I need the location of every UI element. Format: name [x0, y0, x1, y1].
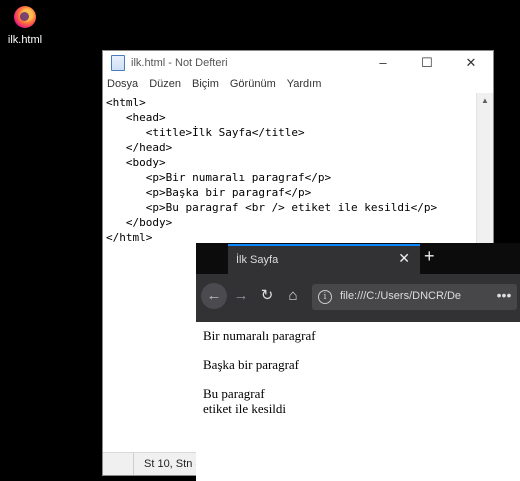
- paragraph-3: Bu paragraf etiket ile kesildi: [203, 386, 513, 416]
- reload-icon[interactable]: ↻: [254, 283, 280, 309]
- new-tab-icon[interactable]: +: [424, 246, 435, 267]
- info-icon[interactable]: i: [318, 290, 332, 304]
- menu-duzen[interactable]: Düzen: [149, 78, 181, 90]
- code-line: <p>Bu paragraf <br /> etiket ile kesildi…: [106, 201, 438, 214]
- firefox-icon: [14, 6, 36, 28]
- close-tab-icon[interactable]: ✕: [398, 250, 410, 267]
- code-line: </body>: [106, 216, 173, 229]
- paragraph-1: Bir numaralı paragraf: [203, 328, 316, 343]
- desktop-file-icon[interactable]: ilk.html: [2, 6, 48, 46]
- paragraph-3-line-1: Bu paragraf: [203, 386, 265, 401]
- url-text: file:///C:/Users/DNCR/De: [340, 290, 462, 302]
- code-line: <p>Başka bir paragraf</p>: [106, 186, 312, 199]
- code-line: <html>: [106, 96, 146, 109]
- code-line: <title>İlk Sayfa</title>: [106, 126, 305, 139]
- forward-arrow-icon[interactable]: →: [228, 283, 254, 309]
- code-line: </head>: [106, 141, 173, 154]
- maximize-button[interactable]: ☐: [405, 51, 449, 75]
- navigation-toolbar: ← → ↻ ⌂ i file:///C:/Users/DNCR/De •••: [196, 274, 520, 322]
- paragraph-2: Başka bir paragraf: [203, 357, 300, 372]
- code-line: <head>: [106, 111, 166, 124]
- close-button[interactable]: ✕: [449, 51, 493, 75]
- minimize-button[interactable]: –: [361, 51, 405, 75]
- desktop-icon-label: ilk.html: [7, 34, 43, 46]
- menu-gorunum[interactable]: Görünüm: [230, 78, 276, 90]
- home-icon[interactable]: ⌂: [280, 283, 306, 309]
- code-line: <p>Bir numaralı paragraf</p>: [106, 171, 332, 184]
- menu-dosya[interactable]: Dosya: [107, 78, 138, 90]
- notepad-title: ilk.html - Not Defteri: [131, 57, 228, 69]
- tab-title: İlk Sayfa: [236, 254, 279, 266]
- more-options-icon[interactable]: •••: [491, 284, 517, 310]
- back-arrow-icon[interactable]: ←: [201, 283, 227, 309]
- page-content: Bir numaralı paragraf Başka bir paragraf…: [196, 322, 520, 481]
- tab-bar: İlk Sayfa ✕ +: [196, 243, 520, 274]
- tab-ilk-sayfa[interactable]: İlk Sayfa ✕: [228, 244, 420, 274]
- notepad-titlebar[interactable]: ilk.html - Not Defteri – ☐ ✕: [103, 51, 493, 75]
- menu-yardim[interactable]: Yardım: [287, 78, 322, 90]
- menu-bicim[interactable]: Biçim: [192, 78, 219, 90]
- paragraph-3-line-2: etiket ile kesildi: [203, 401, 287, 416]
- firefox-window: İlk Sayfa ✕ + ← → ↻ ⌂ i file:///C:/Users…: [196, 243, 520, 481]
- url-bar[interactable]: i file:///C:/Users/DNCR/De •••: [312, 284, 517, 310]
- code-line: <body>: [106, 156, 166, 169]
- cursor-position: St 10, Stn 8: [133, 453, 201, 475]
- scroll-up-icon[interactable]: ▲: [477, 93, 493, 109]
- notepad-icon: [111, 55, 125, 71]
- notepad-menubar: Dosya Düzen Biçim Görünüm Yardım: [103, 75, 493, 93]
